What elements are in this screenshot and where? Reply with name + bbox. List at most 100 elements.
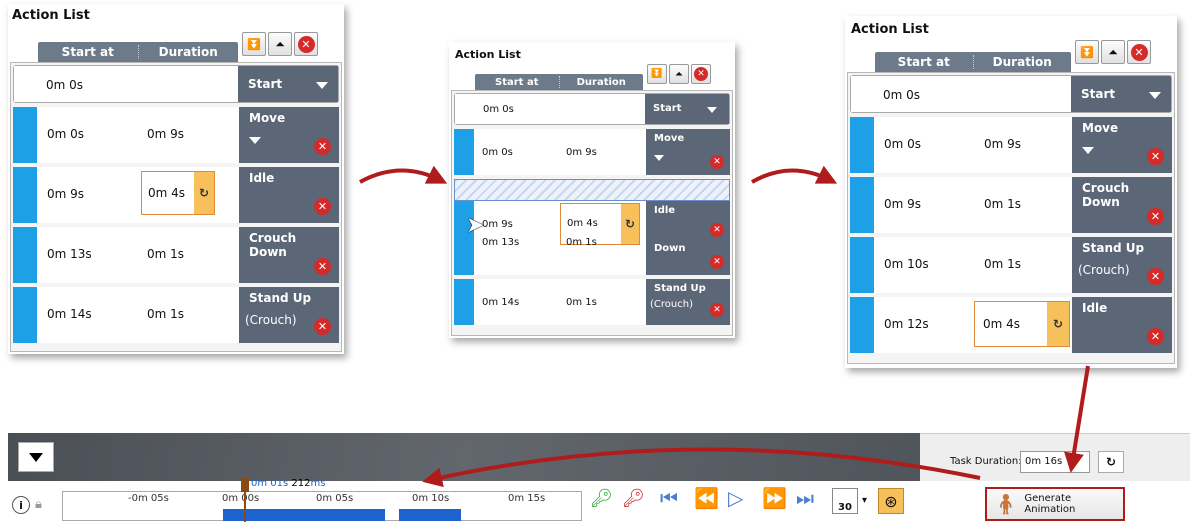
duration-header[interactable]: Duration bbox=[974, 55, 1072, 69]
start-cell[interactable]: 0m 14s bbox=[482, 297, 519, 308]
duration-field[interactable]: 0m 4s ↻ bbox=[974, 301, 1070, 347]
move-bottom-button[interactable]: ⏬ bbox=[242, 32, 266, 56]
frame-rate-dropdown[interactable]: ▾ bbox=[862, 495, 867, 506]
delete-icon[interactable]: ✕ bbox=[314, 258, 331, 275]
expand-button[interactable] bbox=[18, 442, 54, 472]
start-at-header[interactable]: Start at bbox=[875, 55, 973, 69]
delete-icon[interactable]: ✕ bbox=[314, 198, 331, 215]
delete-all-button[interactable]: ✕ bbox=[294, 32, 318, 56]
action-label: Down bbox=[654, 243, 686, 254]
start-row[interactable]: 0m 0s Start bbox=[454, 93, 730, 125]
next-frame-button[interactable]: ⏩ bbox=[762, 486, 787, 510]
panel-title: Action List bbox=[12, 8, 90, 23]
delete-icon[interactable]: ✕ bbox=[1147, 328, 1164, 345]
delete-icon[interactable]: ✕ bbox=[1147, 148, 1164, 165]
start-at-header[interactable]: Start at bbox=[38, 45, 138, 59]
duration-cell[interactable]: 0m 9s bbox=[984, 137, 1021, 151]
start-cell[interactable]: 0m 14s bbox=[47, 307, 92, 321]
start-cell[interactable]: 0m 13s bbox=[482, 237, 519, 248]
panel-title: Action List bbox=[851, 22, 929, 37]
table-row[interactable]: 0m 13s 0m 1s Crouch Down ✕ bbox=[13, 227, 339, 283]
start-cell[interactable]: 0m 10s bbox=[884, 257, 929, 271]
lock-icon[interactable]: 🔒︎ bbox=[35, 497, 42, 512]
delete-icon[interactable]: ✕ bbox=[314, 318, 331, 335]
table-row[interactable]: 0m 9s 0m 4s ↻ Idle ✕ bbox=[13, 167, 339, 223]
chevron-down-icon[interactable] bbox=[707, 107, 717, 113]
duration-field[interactable]: 0m 4s ↻ bbox=[141, 171, 215, 215]
delete-icon[interactable]: ✕ bbox=[710, 303, 724, 317]
cursor-icon: ➤ bbox=[466, 213, 485, 238]
start-cell[interactable]: 0m 9s bbox=[482, 219, 513, 230]
auto-key-button[interactable]: ⊛ bbox=[878, 488, 904, 514]
table-row[interactable]: 0m 14s 0m 1s Stand Up (Crouch) ✕ bbox=[454, 279, 730, 325]
info-icon[interactable]: i bbox=[12, 496, 30, 514]
table-row[interactable]: 0m 9s 0m 4s ↻ 0m 13s 0m 1s ➤ Idle ✕ Down … bbox=[454, 201, 730, 275]
start-action-label[interactable]: Start bbox=[653, 103, 681, 114]
chevron-down-icon[interactable] bbox=[1149, 92, 1161, 99]
start-cell[interactable]: 0m 9s bbox=[884, 197, 921, 211]
table-row[interactable]: 0m 0s 0m 9s Move ✕ bbox=[454, 129, 730, 175]
table-row[interactable]: 0m 10s 0m 1s Stand Up (Crouch) ✕ bbox=[850, 237, 1172, 293]
refresh-icon[interactable]: ↻ bbox=[621, 204, 639, 244]
refresh-icon[interactable]: ↻ bbox=[1047, 302, 1069, 346]
move-bottom-button[interactable]: ⏬ bbox=[1075, 40, 1099, 64]
start-cell[interactable]: 0m 0s bbox=[884, 137, 921, 151]
duration-cell[interactable]: 0m 1s bbox=[566, 297, 597, 308]
go-to-start-button[interactable]: ⏮ bbox=[660, 486, 678, 510]
start-cell[interactable]: 0m 0s bbox=[482, 147, 513, 158]
task-duration-field[interactable]: 0m 16s bbox=[1020, 451, 1090, 473]
arrow-1 bbox=[359, 165, 448, 184]
person-icon: 🧍︎ bbox=[993, 492, 1019, 516]
chevron-down-icon[interactable] bbox=[249, 137, 261, 144]
duration-cell[interactable]: 0m 9s bbox=[566, 147, 597, 158]
table-row[interactable]: 0m 0s 0m 9s Move ✕ bbox=[850, 117, 1172, 173]
duration-header[interactable]: Duration bbox=[139, 45, 239, 59]
chevron-down-icon[interactable] bbox=[654, 155, 664, 161]
duration-cell[interactable]: 0m 1s bbox=[566, 237, 597, 248]
delete-icon[interactable]: ✕ bbox=[710, 223, 724, 237]
action-label: Stand Up bbox=[654, 283, 706, 294]
duration-cell[interactable]: 0m 1s bbox=[984, 257, 1021, 271]
start-at-header[interactable]: Start at bbox=[475, 77, 559, 88]
move-up-button[interactable]: ⏶ bbox=[268, 32, 292, 56]
previous-frame-button[interactable]: ⏪ bbox=[694, 486, 719, 510]
delete-all-button[interactable]: ✕ bbox=[691, 64, 711, 84]
delete-icon[interactable]: ✕ bbox=[710, 155, 724, 169]
chevron-down-icon[interactable] bbox=[1082, 147, 1094, 154]
start-row[interactable]: 0m 0s Start bbox=[850, 75, 1172, 113]
chevron-down-icon[interactable] bbox=[316, 82, 328, 89]
start-cell[interactable]: 0m 12s bbox=[884, 317, 929, 331]
move-up-button[interactable]: ⏶ bbox=[669, 64, 689, 84]
duration-cell[interactable]: 0m 9s bbox=[147, 127, 184, 141]
start-action-label[interactable]: Start bbox=[248, 77, 282, 91]
start-row[interactable]: 0m 0s Start bbox=[13, 65, 339, 103]
duration-header[interactable]: Duration bbox=[560, 77, 644, 88]
add-key-button[interactable]: 🔑︎ bbox=[590, 488, 613, 509]
delete-icon[interactable]: ✕ bbox=[314, 138, 331, 155]
start-cell[interactable]: 0m 0s bbox=[47, 127, 84, 141]
duration-cell[interactable]: 0m 1s bbox=[147, 307, 184, 321]
go-to-end-button[interactable]: ⏭ bbox=[796, 486, 814, 510]
tick-label: 0m 00s bbox=[222, 493, 260, 504]
delete-icon[interactable]: ✕ bbox=[710, 255, 724, 269]
move-bottom-button[interactable]: ⏬ bbox=[647, 64, 667, 84]
table-row[interactable]: 0m 14s 0m 1s Stand Up (Crouch) ✕ bbox=[13, 287, 339, 343]
delete-all-button[interactable]: ✕ bbox=[1127, 40, 1151, 64]
refresh-button[interactable]: ↻ bbox=[1098, 451, 1124, 473]
move-up-button[interactable]: ⏶ bbox=[1101, 40, 1125, 64]
refresh-icon[interactable]: ↻ bbox=[194, 172, 214, 214]
generate-animation-button[interactable]: 🧍︎ Generate Animation bbox=[985, 487, 1125, 521]
table-row[interactable]: 0m 12s 0m 4s ↻ Idle ✕ bbox=[850, 297, 1172, 353]
delete-icon[interactable]: ✕ bbox=[1147, 268, 1164, 285]
remove-key-button[interactable]: 🔑︎ bbox=[622, 488, 645, 509]
frame-rate-button[interactable]: 30 bbox=[832, 488, 858, 514]
start-action-label[interactable]: Start bbox=[1081, 87, 1115, 101]
duration-cell[interactable]: 0m 1s bbox=[984, 197, 1021, 211]
duration-cell[interactable]: 0m 1s bbox=[147, 247, 184, 261]
start-cell[interactable]: 0m 13s bbox=[47, 247, 92, 261]
table-row[interactable]: 0m 9s 0m 1s Crouch Down ✕ bbox=[850, 177, 1172, 233]
table-row[interactable]: 0m 0s 0m 9s Move ✕ bbox=[13, 107, 339, 163]
delete-icon[interactable]: ✕ bbox=[1147, 208, 1164, 225]
play-button[interactable]: ▷ bbox=[728, 486, 743, 510]
start-cell[interactable]: 0m 9s bbox=[47, 187, 84, 201]
